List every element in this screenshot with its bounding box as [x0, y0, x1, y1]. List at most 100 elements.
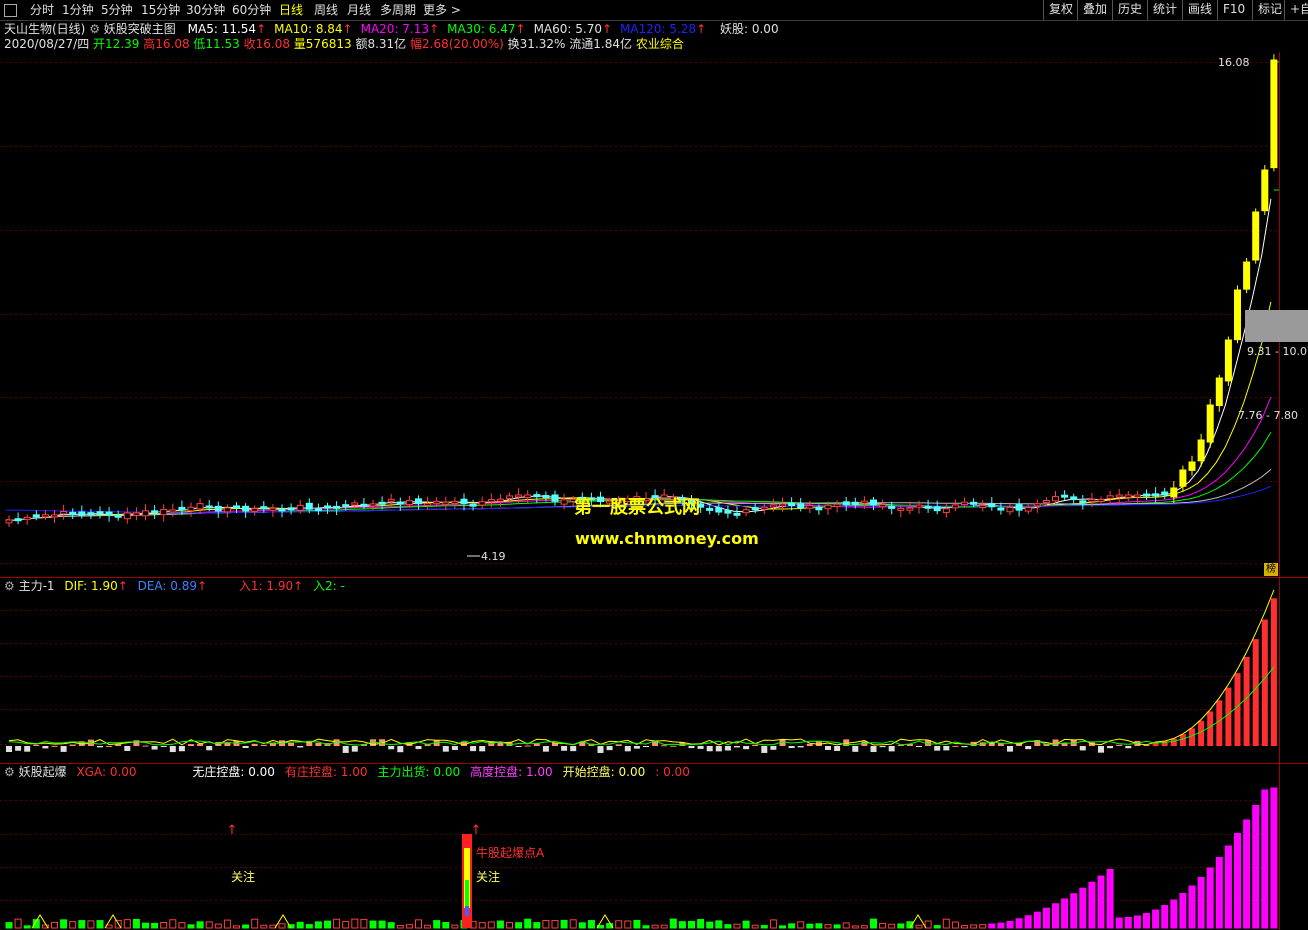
candle-body: [742, 509, 750, 514]
signal-bar: [1124, 917, 1132, 929]
candle-body: [314, 508, 322, 512]
candle-body: [1033, 503, 1041, 507]
signal-bar: [142, 922, 149, 929]
macd-bar: [1243, 657, 1250, 746]
candle-body: [1215, 377, 1223, 407]
settings-icon[interactable]: ⚙: [4, 579, 15, 593]
macd-bar: [160, 746, 167, 747]
candle-body: [815, 507, 823, 511]
macd-bar: [943, 746, 950, 751]
candle-body: [806, 505, 814, 509]
candle-body: [41, 514, 49, 518]
candle-body: [788, 502, 796, 507]
candle-body: [1106, 495, 1114, 499]
dea-line: [8, 666, 1275, 746]
candle-body: [797, 503, 805, 508]
macd-bar: [1252, 639, 1259, 746]
candle-body: [305, 502, 313, 510]
candle-body: [214, 505, 222, 512]
rank-badge[interactable]: 榜: [1264, 563, 1278, 576]
signal-bar: [997, 922, 1005, 929]
macd-bar: [770, 746, 777, 750]
candle-body: [706, 507, 714, 511]
signal-bar: [360, 918, 368, 929]
signal-bar: [351, 918, 359, 929]
macd-bar: [1061, 743, 1068, 746]
candle-body: [988, 503, 996, 508]
signal-bar: [1188, 885, 1196, 929]
signal-bar: [1261, 789, 1269, 929]
signal-bar: [424, 924, 432, 929]
macd-bar: [715, 746, 722, 752]
candle-body: [779, 503, 786, 507]
signal-bar: [669, 918, 677, 929]
candle-body: [997, 507, 1005, 511]
signal-bar: [815, 923, 823, 929]
macd-bar: [870, 746, 877, 753]
candle-body: [487, 499, 495, 503]
candle-body: [1143, 493, 1150, 497]
candle-body: [142, 510, 149, 517]
macd-bar: [852, 746, 859, 752]
macd-title[interactable]: 主力-1: [19, 579, 55, 593]
candle-body: [1097, 498, 1105, 502]
macd-bar: [524, 745, 531, 747]
candle-body: [1124, 494, 1132, 498]
signal-bar: [797, 921, 805, 929]
candle-body: [424, 502, 432, 506]
candle-body: [1261, 169, 1269, 212]
macd-bar: [1107, 746, 1114, 749]
macd-bar: [442, 746, 449, 752]
kline-chart[interactable]: 16.08 4.19 9.31 - 10.07 7.76 - 7.80 ↑ ↑ …: [0, 0, 1308, 930]
signal-bar: [715, 920, 723, 929]
up-arrow-icon: ↑: [293, 579, 304, 593]
macd-bar: [661, 745, 668, 747]
settings-icon[interactable]: ⚙: [4, 765, 15, 779]
up-arrow-icon: ↑: [227, 823, 238, 838]
signal-bar: [961, 925, 968, 929]
candle-body: [888, 505, 896, 509]
signal-bar: [69, 921, 77, 929]
macd-bar: [106, 745, 113, 747]
signal-bar: [860, 925, 868, 929]
bottom-title[interactable]: 妖股起爆: [19, 765, 67, 779]
candle-body: [87, 512, 95, 516]
candle-body: [151, 510, 159, 514]
signal-bar: [751, 924, 759, 929]
signal-bar: [132, 918, 140, 929]
signal-bar: [624, 920, 632, 929]
signal-bar: [870, 918, 877, 929]
signal-bar: [196, 921, 204, 929]
candle-body: [851, 501, 859, 505]
candle-body: [760, 506, 768, 510]
signal-bar: [205, 921, 213, 929]
signal-bar: [569, 919, 577, 929]
signal-bar: [1097, 875, 1105, 929]
candle-body: [269, 507, 277, 511]
watermark-url: www.chnmoney.com: [575, 529, 759, 548]
signal-bar: [1197, 877, 1205, 929]
candle-body: [123, 512, 131, 520]
macd-bar: [1216, 700, 1223, 746]
candle-body: [515, 494, 523, 498]
signal-bar: [1115, 917, 1123, 929]
macd-bar: [743, 746, 750, 750]
candle-body: [296, 504, 304, 511]
candle-body: [5, 519, 13, 524]
macd-bar: [260, 744, 267, 746]
macd-bar: [479, 746, 486, 752]
macd-bar: [615, 744, 622, 746]
candle-body: [906, 507, 914, 511]
signal-bar: [160, 921, 168, 929]
macd-bar: [633, 746, 640, 749]
signal-bar: [1024, 915, 1032, 929]
candle-body: [961, 501, 968, 506]
macd-bar: [133, 740, 140, 746]
candle-body: [1234, 289, 1241, 341]
candle-body: [351, 502, 359, 506]
macd-bar: [33, 744, 40, 746]
signal-bar: [1206, 867, 1214, 929]
macd-bar: [1025, 746, 1032, 750]
macd-bar: [916, 746, 922, 747]
signal-bar: [1270, 787, 1278, 929]
